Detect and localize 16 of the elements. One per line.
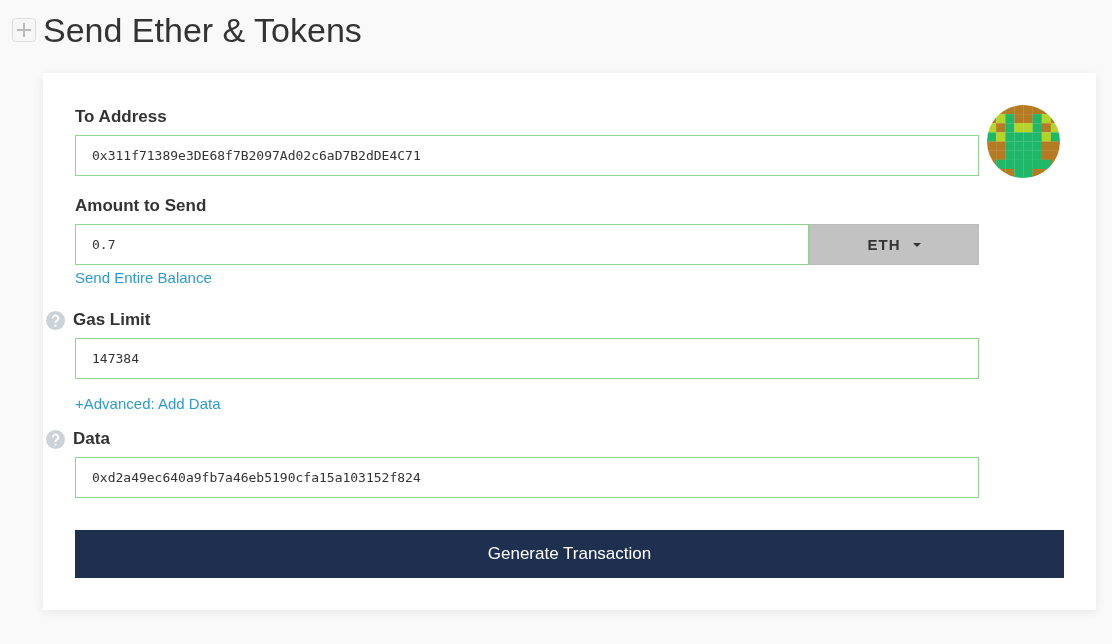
help-icon[interactable] <box>46 429 65 449</box>
page-title: Send Ether & Tokens <box>43 10 362 50</box>
expand-icon[interactable] <box>12 18 36 42</box>
input-field[interactable]: 147384 <box>75 338 979 379</box>
field-label: To Address <box>75 107 167 127</box>
field-label: Amount to Send <box>75 196 207 216</box>
currency-dropdown[interactable]: ETH <box>809 224 979 265</box>
field-label: Data <box>73 429 110 449</box>
input-field[interactable]: 0xd2a49ec640a9fb7a46eb5190cfa15a103152f824 <box>75 457 979 498</box>
field-label: Gas Limit <box>73 310 151 330</box>
avatar-icon <box>987 105 1060 178</box>
input-field[interactable]: 0x311f71389e3DE68f7B2097Ad02c6aD7B2dDE4C71 <box>75 135 979 176</box>
input-field[interactable]: 0.7 <box>75 224 809 265</box>
help-icon[interactable] <box>46 310 65 330</box>
caret-icon <box>912 242 921 247</box>
generate-transaction-button[interactable]: Generate Transaction <box>75 530 1064 578</box>
